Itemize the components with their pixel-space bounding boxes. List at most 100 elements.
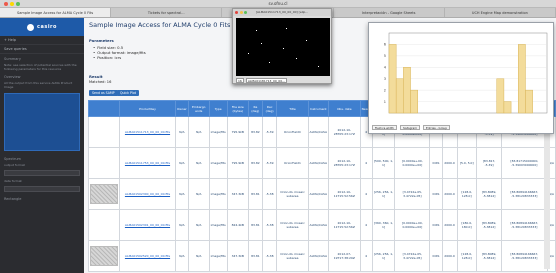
quick-plot-button[interactable]: Quick Plot: [117, 90, 140, 96]
viewer-controls: 16 ALMA01181713_00_00...: [236, 77, 330, 83]
cell-title: OrionFieldC: [276, 116, 309, 148]
col-header[interactable]: Type: [208, 100, 228, 117]
cell-embargo: N/A: [187, 240, 210, 272]
fits-image[interactable]: [236, 18, 330, 76]
cell-naxes: 4: [359, 209, 373, 241]
table-row[interactable]: ALMA01502300_00_00_00.fits N/A N/A image/fi…: [88, 178, 556, 210]
col-header[interactable]: ProductKey: [119, 100, 176, 117]
col-header[interactable]: Owner: [175, 100, 189, 117]
col-header[interactable]: Title: [276, 100, 309, 117]
data-format-field[interactable]: [4, 186, 80, 192]
preview-thumbnail[interactable]: [90, 184, 118, 204]
col-header[interactable]: Ra (deg): [247, 100, 263, 117]
tab-tickets[interactable]: Tickets for spectral…: [111, 8, 223, 17]
cell-key[interactable]: ALMA01511713_00_00_00.fits: [119, 116, 176, 148]
col-header[interactable]: Dec (deg): [261, 100, 278, 117]
col-header[interactable]: Instrument: [307, 100, 330, 117]
product-key-link[interactable]: ALMA01502300_00_00_00.fits: [125, 192, 170, 196]
col-header[interactable]: Obs. date: [328, 100, 361, 117]
tab-google-sheets[interactable]: Interpretación - Google Sheets: [334, 8, 445, 17]
cell-epoch: ICRS: [429, 240, 443, 272]
table-row[interactable]: ALMA01502520_00_00_00.fits N/A N/A image/fi…: [88, 240, 556, 272]
cell-ra: 83.82: [247, 147, 263, 179]
cell-lengths: [256, 256, 1, 1]: [371, 240, 396, 272]
cell-beam: [83.80894166667, -5.38120833333]: [501, 209, 548, 241]
row-thumbnail-cell: [88, 240, 120, 272]
chart-window[interactable]: 1 2 3 4 5 6 Field.ra.width histogram Entries …: [368, 22, 554, 134]
window-title: sv.ofnu.cl: [268, 1, 288, 6]
star-point: [261, 43, 262, 44]
product-key-link[interactable]: ALMA01511753_00_00_00.fits: [125, 161, 170, 165]
row-thumbnail-cell: [88, 209, 120, 241]
cell-owner: N/A: [175, 147, 189, 179]
cell-key[interactable]: ALMA01502300_00_00_00.fits: [119, 178, 176, 210]
cell-refsys: [0.0000e+00, 0.0000e+00]: [394, 147, 431, 179]
viewer-close-icon[interactable]: [235, 10, 238, 14]
sidebar-section-overview: Overview: [4, 75, 21, 79]
sidebar-sky-panel[interactable]: [4, 93, 80, 151]
send-samp-button[interactable]: Send as SAMP: [89, 90, 118, 96]
viewer-minimize-icon[interactable]: [239, 10, 243, 14]
product-key-link[interactable]: ALMA01511713_00_00_00.fits: [125, 130, 170, 134]
fits-viewer-window[interactable]: [ALMA01511713_00_00_00] [eIip... 16 ALMA…: [232, 8, 332, 84]
tab-sample-image[interactable]: Sample Image Access for ALMA Cycle 0 Fit…: [0, 8, 112, 17]
cell-owner: N/A: [175, 116, 189, 148]
cell-owner: N/A: [175, 209, 189, 241]
histogram-bar: [403, 67, 411, 114]
viewer-zoom-icon[interactable]: [244, 10, 247, 14]
viewer-file-field[interactable]: ALMA01181713_00_00...: [245, 77, 287, 83]
product-key-link[interactable]: ALMA01502520_00_00_00.fits: [125, 254, 170, 258]
cell-equinox: 2000.0: [441, 240, 458, 272]
cell-refsys: [0.0000e+00, 0.0000e+00]: [394, 209, 431, 241]
cell-title: Orion-KL mosaic subarea: [276, 209, 309, 241]
y-tick-label: 2: [384, 88, 386, 92]
cell-key[interactable]: ALMA01511753_00_00_00.fits: [119, 147, 176, 179]
cell-title: Orion-KL mosaic subarea: [276, 240, 309, 272]
cell-date: 2012-10-28T05:23:17Z: [328, 147, 361, 179]
cell-equinox: 2000.0: [441, 209, 458, 241]
sidebar-output-format-label: output format: [4, 163, 25, 167]
cell-dec: -5.39: [261, 147, 278, 179]
cell-instrument: ALMA/CASA: [307, 116, 330, 148]
cell-lengths: [256, 256, 1, 1]: [371, 178, 396, 210]
cell-embargo: N/A: [187, 209, 210, 241]
parameters-heading: Parameters: [89, 38, 114, 43]
product-key-link[interactable]: ALMA01502301_00_00_00.fits: [125, 223, 170, 227]
page-title: Sample Image Access for ALMA Cycle 0 Fit…: [89, 21, 231, 29]
table-row[interactable]: ALMA01511753_00_00_00.fits N/A N/A image/fi…: [88, 147, 556, 179]
sidebar-item-help[interactable]: + Help: [0, 36, 84, 45]
star-point: [269, 62, 270, 63]
sidebar-logo[interactable]: casiro: [37, 24, 57, 30]
col-header[interactable]: File size (bytes): [226, 100, 249, 117]
cell-equinox: 2000.0: [441, 178, 458, 210]
cell-key[interactable]: ALMA01502520_00_00_00.fits: [119, 240, 176, 272]
histogram-bar: [518, 44, 526, 114]
preview-thumbnail[interactable]: [90, 246, 118, 266]
y-tick-label: 6: [384, 43, 386, 47]
plot-type-select[interactable]: histogram: [399, 125, 420, 130]
cell-embargo: N/A: [187, 147, 210, 179]
cell-refpos: [83.817, -5.39]: [475, 147, 503, 179]
result-heading: Result: [89, 74, 103, 79]
cell-size: 347.3kB: [226, 240, 249, 272]
histogram-bar: [410, 89, 418, 114]
preview-thumbnail: [90, 153, 118, 173]
result-count: Matched: 16: [89, 80, 112, 84]
table-row[interactable]: ALMA01502301_00_00_00.fits N/A N/A image/fi…: [88, 209, 556, 241]
cell-pixsize: [128.0, 128.0]: [456, 240, 477, 272]
star-point: [283, 48, 284, 49]
cell-date: 2012-10-11T15:52:56Z: [328, 178, 361, 210]
cell-refsys: [3.4722e-05, 3.4722e-05]: [394, 240, 431, 272]
viewer-zoom-field[interactable]: 16: [236, 77, 244, 83]
cell-key[interactable]: ALMA01502301_00_00_00.fits: [119, 209, 176, 241]
sidebar-item-save-queries[interactable]: Save queries: [0, 45, 84, 54]
output-format-field[interactable]: [4, 170, 80, 176]
col-header[interactable]: Embargo ends: [187, 100, 210, 117]
x-axis-select[interactable]: Field.ra.width: [372, 125, 397, 130]
tab-uch-map[interactable]: UCH Engine Map demonstration: [445, 8, 556, 17]
histogram-bar: [388, 44, 397, 114]
sidebar-data-format-label: data format: [4, 179, 22, 183]
histogram-chart[interactable]: 1 2 3 4 5 6: [369, 23, 555, 135]
group-select[interactable]: Entries - Group: [423, 125, 451, 130]
star-point: [286, 28, 287, 29]
